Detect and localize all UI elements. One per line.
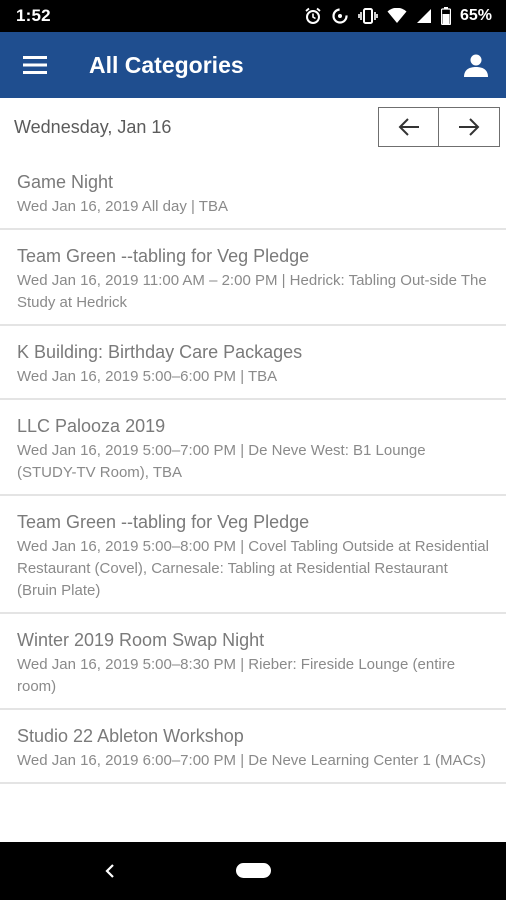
next-day-button[interactable] (439, 107, 500, 147)
event-item[interactable]: Winter 2019 Room Swap Night Wed Jan 16, … (0, 614, 506, 710)
event-details: Wed Jan 16, 2019 5:00–8:30 PM | Rieber: … (17, 656, 456, 695)
event-title: LLC Palooza 2019 (17, 416, 166, 436)
vibrate-icon (358, 8, 378, 24)
event-item[interactable]: Team Green --tabling for Veg Pledge Wed … (0, 496, 506, 614)
status-bar: 1:52 65% (0, 0, 506, 32)
app-bar: All Categories (0, 32, 506, 98)
event-details: Wed Jan 16, 2019 5:00–6:00 PM | TBA (17, 368, 278, 385)
event-details: Wed Jan 16, 2019 All day | TBA (17, 198, 228, 215)
event-item[interactable]: Game Night Wed Jan 16, 2019 All day | TB… (0, 156, 506, 230)
status-time: 1:52 (16, 6, 51, 25)
page-title: All Categories (89, 51, 244, 78)
event-item[interactable]: Studio 22 Ableton Workshop Wed Jan 16, 2… (0, 710, 506, 784)
home-pill-icon[interactable] (236, 863, 271, 878)
event-details: Wed Jan 16, 2019 5:00–7:00 PM | De Neve … (17, 442, 426, 481)
alarm-icon (305, 7, 321, 24)
hamburger-menu-icon (23, 56, 47, 74)
current-date: Wednesday, Jan 16 (14, 116, 172, 137)
event-title: Winter 2019 Room Swap Night (17, 630, 265, 650)
back-button[interactable] (98, 858, 122, 884)
event-title: K Building: Birthday Care Packages (17, 342, 303, 362)
battery-icon (440, 7, 451, 25)
event-details: Wed Jan 16, 2019 5:00–8:00 PM | Covel Ta… (17, 538, 489, 599)
event-item[interactable]: Team Green --tabling for Veg Pledge Wed … (0, 230, 506, 326)
event-details: Wed Jan 16, 2019 6:00–7:00 PM | De Neve … (17, 752, 486, 769)
arrow-left-icon (398, 118, 419, 136)
signal-icon (416, 9, 431, 23)
event-details: Wed Jan 16, 2019 11:00 AM – 2:00 PM | He… (17, 272, 487, 311)
user-profile-icon (464, 54, 488, 77)
battery-percent: 65% (459, 7, 492, 24)
event-list: Game Night Wed Jan 16, 2019 All day | TB… (0, 156, 506, 842)
user-profile-button[interactable] (446, 32, 506, 98)
date-navigation: Wednesday, Jan 16 (0, 98, 506, 156)
previous-day-button[interactable] (378, 107, 439, 147)
event-title: Team Green --tabling for Veg Pledge (17, 246, 310, 266)
back-chevron-icon (105, 864, 114, 878)
wifi-icon (387, 8, 407, 23)
event-title: Game Night (17, 172, 114, 192)
event-item[interactable]: K Building: Birthday Care Packages Wed J… (0, 326, 506, 400)
data-saver-icon (332, 8, 348, 24)
date-arrows (378, 107, 500, 147)
menu-button[interactable] (0, 32, 70, 98)
system-navigation-bar (0, 842, 506, 900)
event-title: Team Green --tabling for Veg Pledge (17, 512, 310, 532)
status-icons: 65% (304, 7, 492, 25)
arrow-right-icon (459, 118, 480, 136)
event-title: Studio 22 Ableton Workshop (17, 726, 244, 746)
event-item[interactable]: LLC Palooza 2019 Wed Jan 16, 2019 5:00–7… (0, 400, 506, 496)
